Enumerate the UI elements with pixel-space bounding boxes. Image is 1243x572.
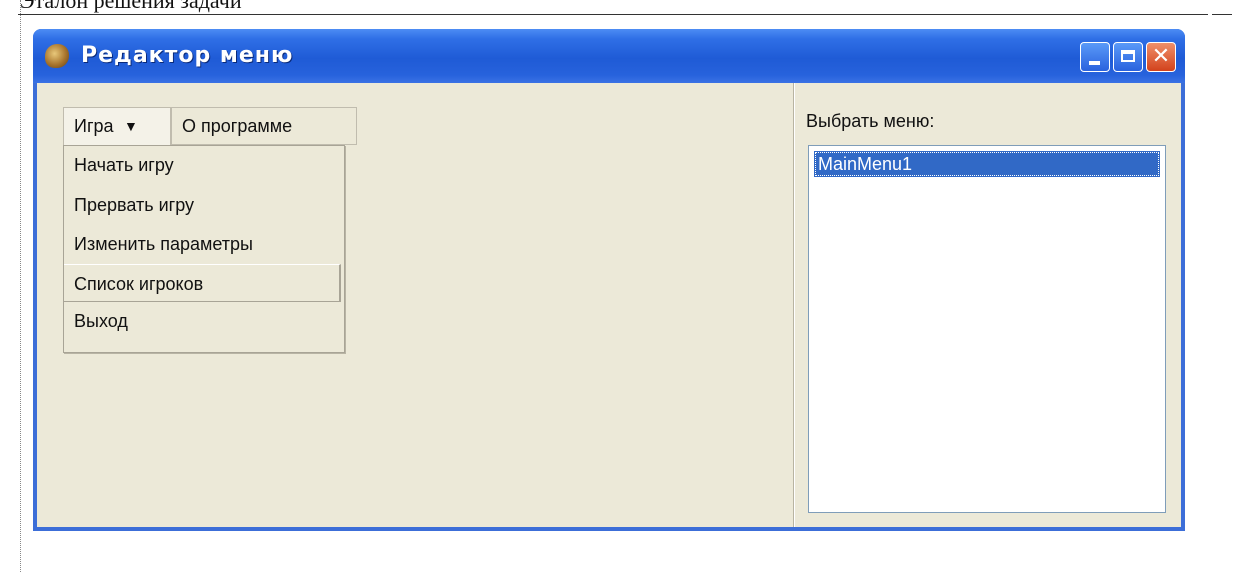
panel-divider xyxy=(793,83,795,527)
menu-item-about-label: О программе xyxy=(182,116,293,136)
minimize-button[interactable] xyxy=(1080,42,1110,72)
dropdown-item-exit[interactable]: Выход xyxy=(64,302,344,340)
dropdown-item-start-game[interactable]: Начать игру xyxy=(64,146,344,184)
list-item[interactable]: MainMenu1 xyxy=(814,151,1160,177)
dropdown-item-player-list[interactable]: Список игроков xyxy=(64,264,341,302)
menu-listbox[interactable]: MainMenu1 xyxy=(808,145,1166,513)
maximize-icon xyxy=(1121,50,1135,62)
choose-menu-label: Выбрать меню: xyxy=(806,111,935,131)
menu-item-game[interactable]: Игра ▼ xyxy=(63,107,171,145)
dropdown-item-change-settings[interactable]: Изменить параметры xyxy=(64,225,344,263)
menu-bar-preview: Игра ▼ О программе xyxy=(63,107,358,147)
game-dropdown-menu: Начать игру Прервать игру Изменить парам… xyxy=(63,145,345,353)
close-icon: ✕ xyxy=(1151,44,1171,69)
menu-item-game-label: Игра xyxy=(74,116,114,136)
window-client-area: Игра ▼ О программе Начать игру Прервать … xyxy=(37,83,1181,527)
minimize-icon xyxy=(1089,61,1100,65)
chevron-down-icon: ▼ xyxy=(124,118,138,134)
dropdown-item-abort-game[interactable]: Прервать игру xyxy=(64,186,344,224)
menu-editor-window: Редактор меню ✕ Игра ▼ О программе Начат… xyxy=(33,29,1185,531)
app-icon xyxy=(45,44,69,68)
title-bar[interactable]: Редактор меню ✕ xyxy=(33,29,1185,83)
page-rule-top xyxy=(18,14,1208,15)
window-title: Редактор меню xyxy=(81,43,294,68)
page-rule-right xyxy=(1212,14,1232,15)
maximize-button[interactable] xyxy=(1113,42,1143,72)
close-button[interactable]: ✕ xyxy=(1146,42,1176,72)
page-frame-left xyxy=(20,0,21,572)
document-heading: Эталон решения задачи xyxy=(20,0,242,13)
menu-item-about[interactable]: О программе xyxy=(171,107,357,145)
